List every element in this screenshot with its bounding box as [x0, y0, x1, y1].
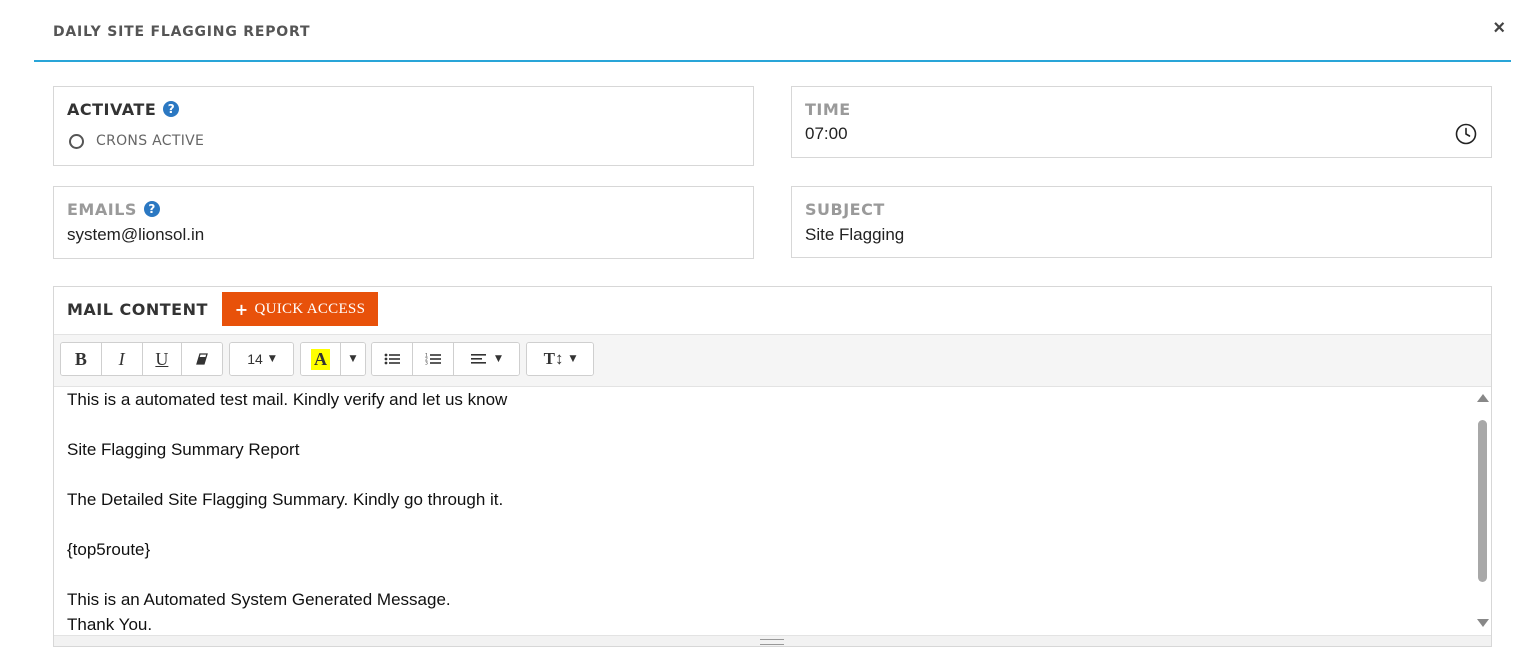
activate-label-row: ACTIVATE? — [67, 100, 180, 119]
text-size-group: T↕ ▼ — [526, 342, 594, 376]
scroll-up-arrow-icon[interactable] — [1477, 394, 1489, 402]
close-icon[interactable]: × — [1493, 18, 1505, 38]
mail-content-label: MAIL CONTENT — [67, 300, 208, 319]
time-field[interactable]: TIME 07:00 — [791, 86, 1492, 158]
mail-content-box: MAIL CONTENT + QUICK ACCESS B I U 14 ▼ A — [53, 286, 1492, 647]
scroll-down-arrow-icon[interactable] — [1477, 619, 1489, 627]
editor-resize-bar[interactable] — [54, 635, 1491, 646]
subject-label: SUBJECT — [805, 200, 885, 219]
chevron-down-icon: ▼ — [349, 354, 357, 364]
font-size-group: 14 ▼ — [229, 342, 294, 376]
crons-active-label: CRONS ACTIVE — [96, 133, 205, 149]
emails-field[interactable]: EMAILS? system@lionsol.in — [53, 186, 754, 259]
text-height-icon: T↕ — [543, 349, 564, 368]
content-line: This is an Automated System Generated Me… — [67, 590, 451, 609]
align-dropdown[interactable]: ▼ — [454, 343, 519, 375]
activate-field: ACTIVATE? CRONS ACTIVE — [53, 86, 754, 166]
quick-access-label: QUICK ACCESS — [254, 300, 366, 317]
paragraph-group: 1 2 3 ▼ — [371, 342, 520, 376]
ordered-list-button[interactable]: 1 2 3 — [413, 343, 454, 375]
emails-label-row: EMAILS? — [67, 200, 160, 219]
font-size-value: 14 — [247, 351, 263, 367]
plus-icon: + — [234, 299, 249, 319]
resize-grip-icon[interactable] — [760, 639, 784, 645]
chevron-down-icon: ▼ — [495, 354, 502, 364]
activate-label: ACTIVATE — [67, 100, 157, 119]
content-line: Thank You. — [67, 615, 153, 634]
align-left-icon — [471, 354, 487, 364]
chevron-down-icon: ▼ — [569, 354, 577, 364]
text-size-dropdown[interactable]: T↕ ▼ — [527, 343, 593, 375]
help-icon[interactable]: ? — [163, 101, 180, 117]
chevron-down-icon: ▼ — [268, 354, 276, 364]
unordered-list-button[interactable] — [372, 343, 413, 375]
content-line: The Detailed Site Flagging Summary. Kind… — [67, 490, 504, 509]
quick-access-button[interactable]: + QUICK ACCESS — [222, 292, 378, 326]
style-button-group: B I U — [60, 342, 223, 376]
bullet-list-icon — [384, 353, 400, 365]
eraser-icon — [196, 353, 208, 365]
highlight-icon: A — [311, 348, 330, 370]
numbered-list-icon: 1 2 3 — [425, 353, 441, 367]
highlight-color-button[interactable]: A — [301, 343, 341, 375]
content-line: This is a automated test mail. Kindly ve… — [67, 390, 508, 409]
editor-toolbar: B I U 14 ▼ A ▼ 1 2 3 ▼ T↕ ▼ — [54, 334, 1491, 387]
font-size-dropdown[interactable]: 14 ▼ — [230, 343, 293, 375]
color-dropdown[interactable]: ▼ — [341, 343, 365, 375]
time-label: TIME — [805, 100, 851, 119]
subject-field[interactable]: SUBJECT Site Flagging — [791, 186, 1492, 258]
emails-input[interactable]: system@lionsol.in — [67, 225, 204, 245]
mail-editor[interactable]: This is a automated test mail. Kindly ve… — [54, 386, 1474, 636]
content-line: Site Flagging Summary Report — [67, 440, 300, 459]
eraser-button[interactable] — [182, 343, 222, 375]
help-icon[interactable]: ? — [143, 201, 160, 217]
subject-input[interactable]: Site Flagging — [805, 225, 904, 245]
bold-button[interactable]: B — [61, 343, 102, 375]
clock-icon[interactable] — [1455, 123, 1477, 145]
modal-header: DAILY SITE FLAGGING REPORT × — [34, 0, 1511, 62]
scroll-thumb[interactable] — [1478, 420, 1487, 582]
time-input[interactable]: 07:00 — [805, 124, 848, 144]
content-line: {top5route} — [67, 540, 151, 559]
crons-active-radio[interactable] — [69, 133, 84, 149]
underline-button[interactable]: U — [142, 343, 183, 375]
editor-scrollbar[interactable] — [1474, 386, 1491, 636]
crons-active-option[interactable]: CRONS ACTIVE — [69, 133, 204, 149]
svg-text:3: 3 — [425, 361, 428, 367]
modal-title: DAILY SITE FLAGGING REPORT — [53, 24, 311, 40]
emails-label: EMAILS — [67, 200, 137, 219]
italic-button[interactable]: I — [101, 343, 143, 375]
color-group: A ▼ — [300, 342, 366, 376]
